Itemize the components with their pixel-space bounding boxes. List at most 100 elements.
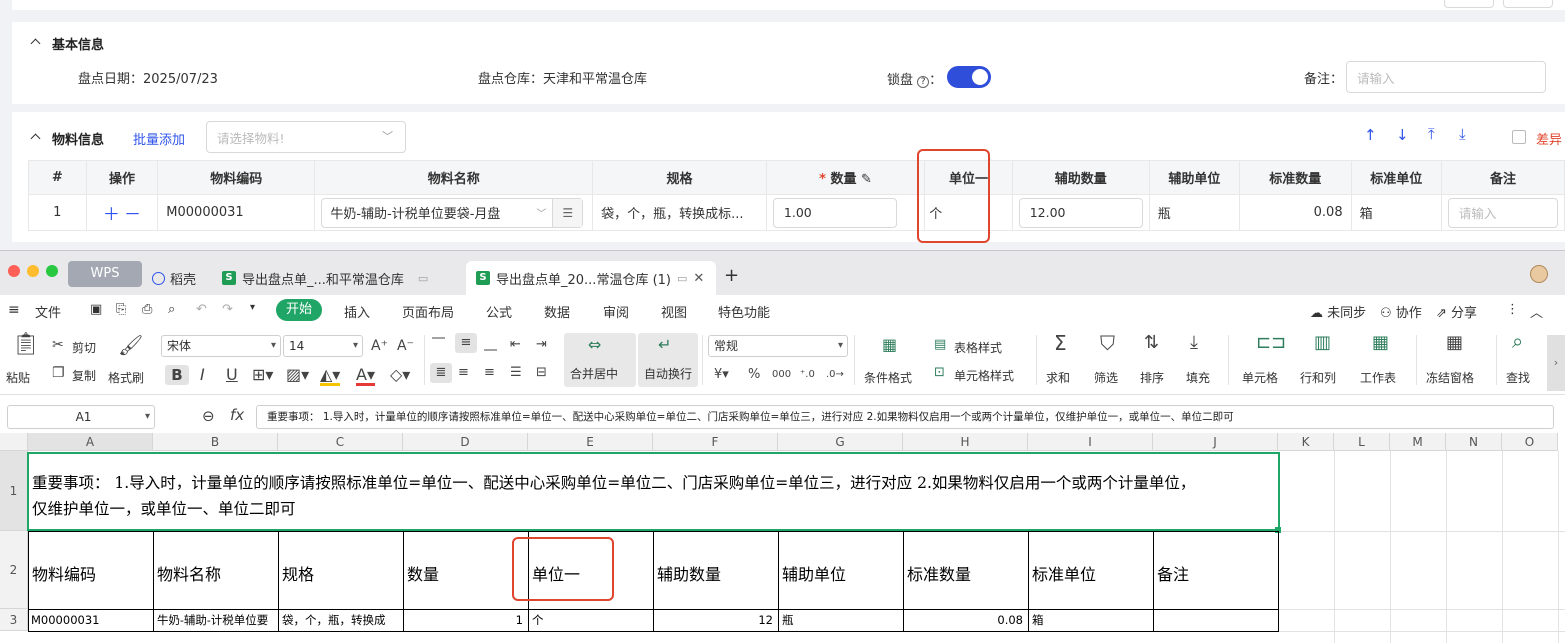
lock-toggle[interactable] xyxy=(947,66,991,88)
tab-wps[interactable]: WPS xyxy=(68,261,142,287)
distribute-icon[interactable]: ⊟ xyxy=(536,365,547,381)
find-icon[interactable]: ⌕ xyxy=(1512,331,1523,351)
header-cell[interactable]: 标准单位 xyxy=(1032,561,1096,585)
col-header[interactable]: E xyxy=(528,433,653,451)
data-cell[interactable]: 12 xyxy=(653,613,773,627)
menu-page-layout[interactable]: 页面布局 xyxy=(402,302,454,321)
share-button[interactable]: ⇗ 分享 xyxy=(1436,302,1477,321)
cell-style-button[interactable]: 单元格样式 xyxy=(954,367,1014,384)
rowcol-icon[interactable]: ▥ xyxy=(1314,334,1331,352)
collab-button[interactable]: ⚇ 协作 xyxy=(1380,302,1422,321)
col-header[interactable]: O xyxy=(1502,433,1558,451)
align-bottom-icon[interactable]: ⎽ xyxy=(484,337,497,353)
header-cell[interactable]: 规格 xyxy=(282,561,314,585)
cell-icon[interactable]: ⊏⊐ xyxy=(1256,334,1286,352)
print-preview-icon[interactable]: ⌕ xyxy=(168,302,175,317)
menu-start[interactable]: 开始 xyxy=(276,299,322,321)
header-cell[interactable]: 辅助数量 xyxy=(657,561,721,585)
undo-icon[interactable]: ↶ xyxy=(196,302,207,317)
merge-center-button[interactable]: ⇔ 合并居中 xyxy=(564,333,636,387)
collapse-ribbon-icon[interactable]: ︿ xyxy=(1530,302,1543,321)
menu-data[interactable]: 数据 xyxy=(544,302,570,321)
indent-left-icon[interactable]: ⇤ xyxy=(510,337,521,353)
move-up-icon[interactable]: ↑ xyxy=(1364,126,1377,144)
diff-checkbox[interactable] xyxy=(1512,130,1526,144)
sheet-button[interactable]: 工作表 xyxy=(1360,369,1396,386)
header-cell[interactable]: 辅助单位 xyxy=(782,561,846,585)
align-center-icon[interactable]: ≡ xyxy=(458,365,469,381)
format-brush-button[interactable]: 格式刷 xyxy=(108,369,144,386)
col-header[interactable]: I xyxy=(1028,433,1153,451)
sync-status[interactable]: ☁ 未同步 xyxy=(1310,302,1366,321)
thousands-icon[interactable]: 000 xyxy=(772,367,791,383)
material-name-select[interactable]: 牛奶-辅助-计税单位要袋-月盘 ﹀ ☰ xyxy=(321,197,584,228)
col-header[interactable]: N xyxy=(1446,433,1502,451)
tab-daoke[interactable]: 稻壳 xyxy=(142,261,212,295)
cell-button[interactable]: 单元格 xyxy=(1242,369,1278,386)
freeze-button[interactable]: 冻结窗格 xyxy=(1426,369,1474,386)
paste-icon[interactable]: 📋︎ xyxy=(12,334,40,356)
row-header[interactable]: 3 xyxy=(0,609,28,631)
fill-style-icon[interactable]: ▨▾ xyxy=(286,367,309,383)
indent-right-icon[interactable]: ⇥ xyxy=(536,337,547,353)
aux-qty-input[interactable]: 12.00 xyxy=(1018,197,1143,228)
close-tab-icon[interactable]: ✕ xyxy=(693,271,704,286)
move-down-icon[interactable]: ↓ xyxy=(1396,126,1409,144)
col-header[interactable]: D xyxy=(403,433,528,451)
underline-icon[interactable]: U xyxy=(226,367,238,383)
top-button-2[interactable] xyxy=(1503,0,1553,8)
row-header[interactable]: 1 xyxy=(0,451,28,531)
wrap-text-button[interactable]: ↵ 自动换行 xyxy=(638,333,698,387)
edit-icon[interactable]: ✎ xyxy=(861,172,872,187)
header-cell[interactable]: 物料名称 xyxy=(157,561,221,585)
name-box[interactable]: A1 xyxy=(7,405,155,429)
data-cell[interactable]: 牛奶-辅助-计税单位要 xyxy=(157,612,277,628)
formula-input[interactable]: 重要事项： 1.导入时，计量单位的顺序请按照标准单位=单位一、配送中心采购单位=… xyxy=(256,405,1554,429)
col-header[interactable]: B xyxy=(153,433,278,451)
header-cell[interactable]: 标准数量 xyxy=(907,561,971,585)
print-icon[interactable]: ⎙ xyxy=(142,302,152,317)
menu-formula[interactable]: 公式 xyxy=(486,302,512,321)
data-cell[interactable]: 0.08 xyxy=(903,613,1023,627)
batch-add-link[interactable]: 批量添加 xyxy=(133,129,185,148)
filter-button[interactable]: 筛选 xyxy=(1094,369,1118,386)
header-cell[interactable]: 备注 xyxy=(1157,561,1189,585)
conditional-format-button[interactable]: 条件格式 xyxy=(864,369,912,386)
move-bottom-icon[interactable]: ⤓ xyxy=(1459,125,1466,143)
table-style-button[interactable]: 表格样式 xyxy=(954,339,1002,356)
data-cell[interactable]: 个 xyxy=(532,612,652,628)
close-window-icon[interactable] xyxy=(8,265,20,277)
tab-file2[interactable]: S 导出盘点单_20...常温仓库 (1) ▭ ✕ xyxy=(466,261,716,295)
row-remark-input[interactable]: 请输入 xyxy=(1447,197,1558,228)
sum-icon[interactable]: Σ xyxy=(1054,333,1067,353)
fill-button[interactable]: 填充 xyxy=(1186,369,1210,386)
col-header[interactable]: K xyxy=(1278,433,1334,451)
copy-button[interactable]: 复制 xyxy=(72,367,96,384)
menu-file[interactable]: 文件 xyxy=(35,302,61,321)
col-header[interactable]: A xyxy=(28,433,153,451)
qty-input[interactable]: 1.00 xyxy=(772,197,897,228)
collapse-icon[interactable] xyxy=(30,38,41,49)
hamburger-icon[interactable]: ≡ xyxy=(8,302,20,318)
cut-button[interactable]: 剪切 xyxy=(72,339,96,356)
align-left-icon[interactable]: ≣ xyxy=(430,363,452,383)
rowcol-button[interactable]: 行和列 xyxy=(1300,369,1336,386)
font-color-icon[interactable]: A▾ xyxy=(356,367,375,386)
font-family-select[interactable]: 宋体 xyxy=(161,335,281,357)
bold-icon[interactable]: B xyxy=(165,365,189,385)
data-cell[interactable]: 袋，个，瓶，转换成 xyxy=(282,612,402,628)
col-header[interactable]: M xyxy=(1390,433,1446,451)
more-icon[interactable]: ▾ xyxy=(250,302,255,313)
increase-decimal-icon[interactable]: ⁺.0 xyxy=(800,367,815,383)
align-top-icon[interactable]: ⎺ xyxy=(432,337,445,353)
sheet-icon[interactable]: ▦ xyxy=(1372,334,1389,352)
new-tab-icon[interactable]: + xyxy=(724,265,739,286)
col-header[interactable]: H xyxy=(903,433,1028,451)
menu-insert[interactable]: 插入 xyxy=(344,302,370,321)
align-right-icon[interactable]: ≡ xyxy=(484,365,495,381)
header-cell[interactable]: 数量 xyxy=(407,561,439,585)
fx-icon[interactable]: fx xyxy=(230,407,244,423)
sum-button[interactable]: 求和 xyxy=(1046,369,1070,386)
freeze-icon[interactable]: ▦ xyxy=(1446,334,1463,352)
fill-color-icon[interactable]: ◭▾ xyxy=(320,367,341,386)
